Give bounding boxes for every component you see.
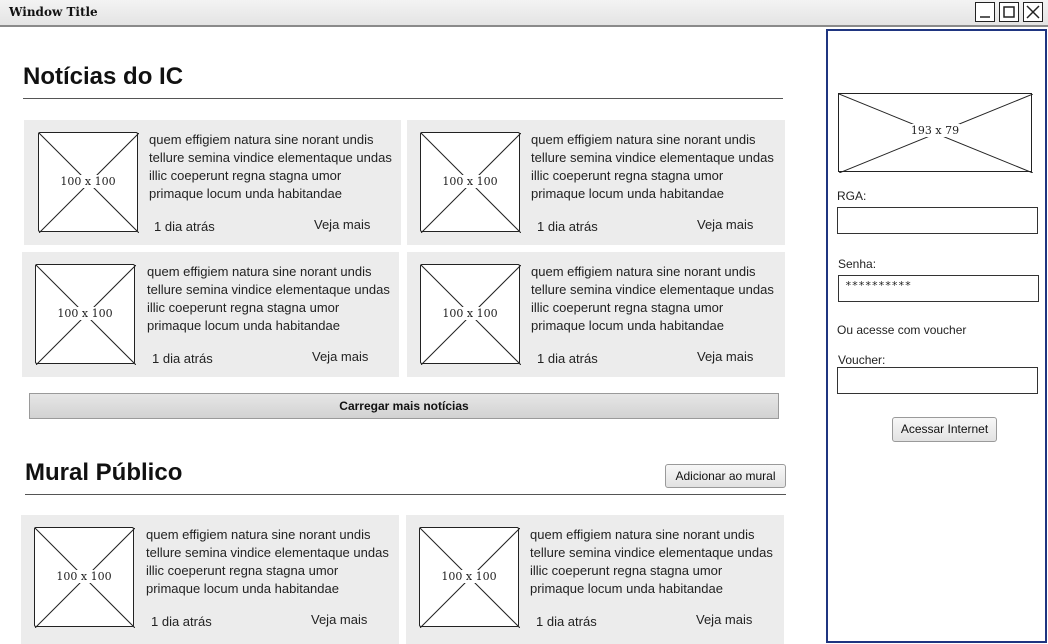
logo-size-label: 193 x 79 <box>909 124 961 137</box>
voucher-field[interactable] <box>837 367 1038 394</box>
image-size-label: 100 x 100 <box>441 307 499 320</box>
news-image-placeholder: 100 x 100 <box>35 264 136 365</box>
image-size-label: 100 x 100 <box>440 570 498 583</box>
news-image-placeholder: 100 x 100 <box>420 264 521 365</box>
news-image-placeholder: 100 x 100 <box>420 132 521 233</box>
rga-label: RGA: <box>837 189 867 203</box>
image-size-label: 100 x 100 <box>59 175 117 188</box>
image-size-label: 100 x 100 <box>441 175 499 188</box>
noticias-title: Notícias do IC <box>23 63 184 90</box>
access-internet-button[interactable]: Acessar Internet <box>892 417 997 442</box>
mural-title: Mural Público <box>25 459 183 486</box>
news-card[interactable]: 100 x 100 quem effigiem natura sine nora… <box>407 120 785 245</box>
news-card[interactable]: 100 x 100 quem effigiem natura sine nora… <box>407 252 785 377</box>
see-more-link[interactable]: Veja mais <box>697 349 753 364</box>
window-titlebar: Window Title <box>0 0 1048 27</box>
news-text: quem effigiem natura sine norant undis t… <box>149 132 392 201</box>
news-text: quem effigiem natura sine norant undis t… <box>531 132 774 201</box>
see-more-link[interactable]: Veja mais <box>314 217 370 232</box>
news-text: quem effigiem natura sine norant undis t… <box>147 264 390 333</box>
login-sidebar: 193 x 79 RGA: Senha: ********** Ou acess… <box>826 29 1047 643</box>
news-time: 1 dia atrás <box>537 351 598 366</box>
close-icon[interactable] <box>1023 2 1043 22</box>
or-voucher-text: Ou acesse com voucher <box>837 323 967 337</box>
voucher-label: Voucher: <box>838 353 886 367</box>
news-text: quem effigiem natura sine norant undis t… <box>531 264 774 333</box>
news-image-placeholder: 100 x 100 <box>38 132 139 233</box>
mural-card[interactable]: 100 x 100 quem effigiem natura sine nora… <box>21 515 399 644</box>
news-card[interactable]: 100 x 100 quem effigiem natura sine nora… <box>22 252 399 377</box>
add-to-mural-button[interactable]: Adicionar ao mural <box>665 464 786 488</box>
mural-card[interactable]: 100 x 100 quem effigiem natura sine nora… <box>406 515 784 644</box>
main-content: Notícias do IC 100 x 100 quem effigiem n… <box>0 29 824 644</box>
rga-field[interactable] <box>837 207 1038 234</box>
news-time: 1 dia atrás <box>537 219 598 234</box>
see-more-link[interactable]: Veja mais <box>312 349 368 364</box>
mural-time: 1 dia atrás <box>536 614 597 629</box>
mural-image-placeholder: 100 x 100 <box>419 527 520 628</box>
see-more-link[interactable]: Veja mais <box>697 217 753 232</box>
maximize-icon[interactable] <box>999 2 1019 22</box>
mural-time: 1 dia atrás <box>151 614 212 629</box>
mural-image-placeholder: 100 x 100 <box>34 527 135 628</box>
load-more-button[interactable]: Carregar mais notícias <box>29 393 779 419</box>
mural-text: quem effigiem natura sine norant undis t… <box>530 527 773 596</box>
mural-text: quem effigiem natura sine norant undis t… <box>146 527 389 596</box>
senha-label: Senha: <box>838 257 877 271</box>
see-more-link[interactable]: Veja mais <box>696 612 752 627</box>
mural-divider <box>25 494 786 495</box>
noticias-divider <box>23 98 783 99</box>
image-size-label: 100 x 100 <box>55 570 113 583</box>
news-time: 1 dia atrás <box>154 219 215 234</box>
logo-placeholder: 193 x 79 <box>838 93 1033 173</box>
news-card[interactable]: 100 x 100 quem effigiem natura sine nora… <box>24 120 401 245</box>
see-more-link[interactable]: Veja mais <box>311 612 367 627</box>
news-time: 1 dia atrás <box>152 351 213 366</box>
window-title: Window Title <box>9 5 98 19</box>
password-field[interactable]: ********** <box>838 275 1039 302</box>
minimize-icon[interactable] <box>975 2 995 22</box>
image-size-label: 100 x 100 <box>56 307 114 320</box>
